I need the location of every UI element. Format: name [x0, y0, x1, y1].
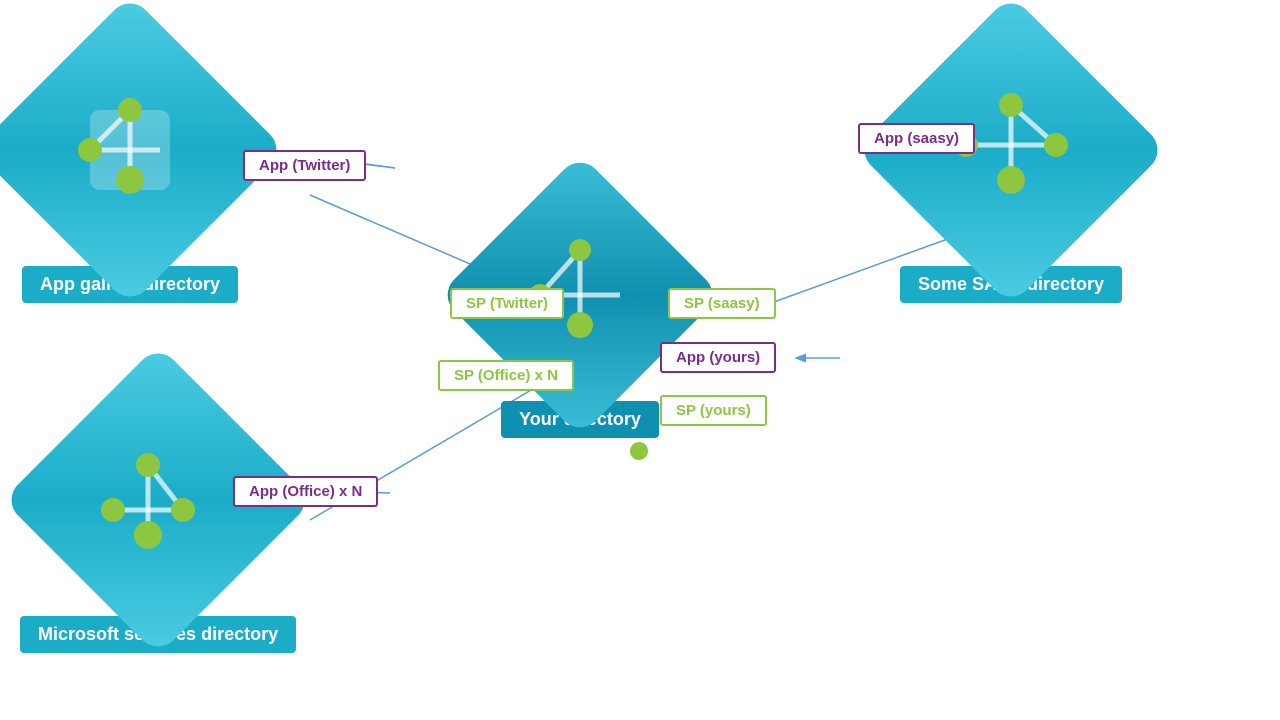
sp-twitter-box: SP (Twitter): [450, 288, 564, 319]
saas-directory: Some SAAS directory: [900, 40, 1122, 303]
sp-yours-box: SP (yours): [660, 395, 767, 426]
app-office-box: App (Office) x N: [233, 476, 378, 507]
center-dot: [630, 442, 648, 460]
microsoft-directory: Microsoft services directory: [20, 390, 296, 653]
app-saasy-box: App (saasy): [858, 123, 975, 154]
sp-saasy-box: SP (saasy): [668, 288, 776, 319]
app-yours-box: App (yours): [660, 342, 776, 373]
sp-office-box: SP (Office) x N: [438, 360, 574, 391]
app-gallery-directory: App gallery directory: [20, 40, 240, 303]
diagram-container: App gallery directory Microsoft services…: [0, 0, 1280, 720]
app-gallery-graph: [20, 40, 240, 260]
app-twitter-box: App (Twitter): [243, 150, 366, 181]
